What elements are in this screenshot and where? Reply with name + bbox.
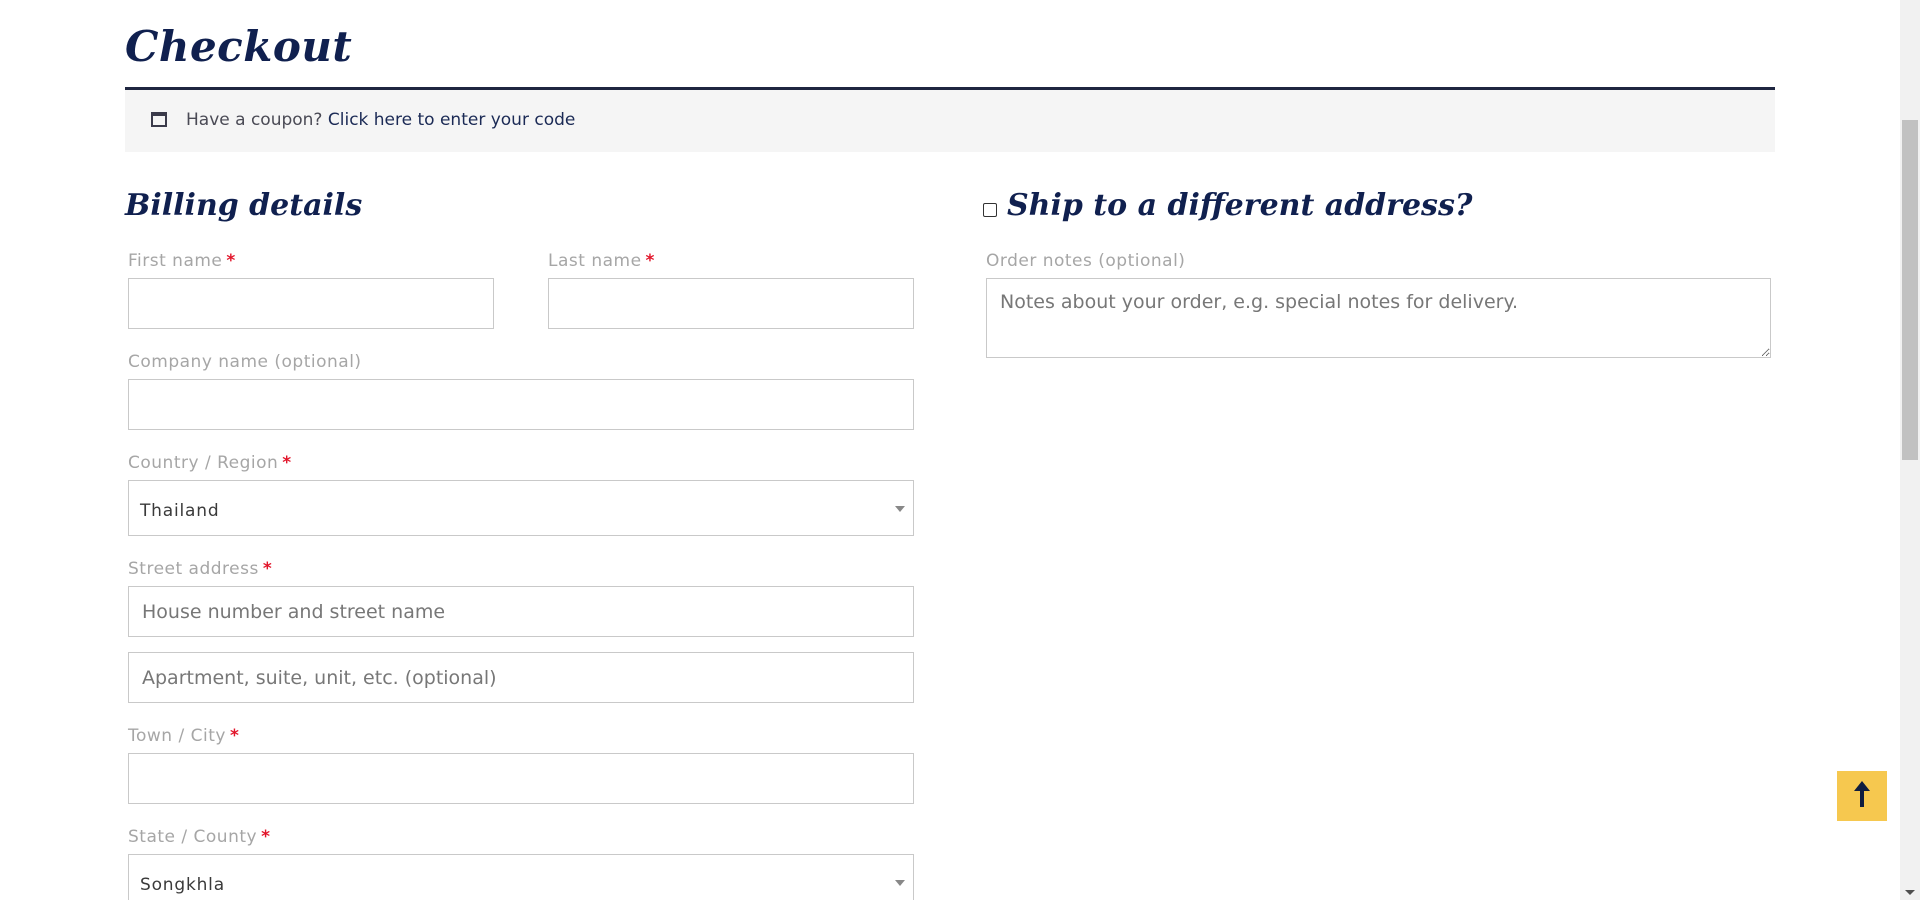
required-marker: * xyxy=(262,559,273,579)
country-label: Country / Region * xyxy=(128,453,292,473)
state-select[interactable]: Songkhla xyxy=(128,854,914,900)
last-name-input[interactable] xyxy=(548,278,914,329)
state-label: State / County * xyxy=(128,827,270,847)
page-title: Checkout xyxy=(125,22,353,71)
street-address-label: Street address * xyxy=(128,559,272,579)
company-name-input[interactable] xyxy=(128,379,914,430)
street-address-label-text: Street address xyxy=(128,559,259,579)
country-label-text: Country / Region xyxy=(128,453,279,473)
vertical-scrollbar[interactable] xyxy=(1900,0,1920,900)
ship-different-address-checkbox[interactable] xyxy=(983,203,997,217)
street-address-line1-input[interactable] xyxy=(128,586,914,637)
company-name-label-text: Company name (optional) xyxy=(128,352,362,372)
first-name-label-text: First name xyxy=(128,251,223,271)
required-marker: * xyxy=(229,726,240,746)
state-label-text: State / County xyxy=(128,827,258,847)
last-name-label-text: Last name xyxy=(548,251,642,271)
first-name-input[interactable] xyxy=(128,278,494,329)
coupon-prefix: Have a coupon? xyxy=(186,110,323,130)
company-name-label: Company name (optional) xyxy=(128,352,362,372)
scroll-down-arrow-icon[interactable] xyxy=(1905,890,1915,895)
arrow-up-icon-shaft xyxy=(1860,788,1864,807)
order-notes-textarea[interactable] xyxy=(986,278,1771,358)
back-to-top-button[interactable] xyxy=(1837,771,1887,821)
caret-down-icon xyxy=(895,880,905,886)
street-address-line2-input[interactable] xyxy=(128,652,914,703)
last-name-label: Last name * xyxy=(548,251,655,271)
required-marker: * xyxy=(282,453,292,473)
city-input[interactable] xyxy=(128,753,914,804)
required-marker: * xyxy=(226,251,236,271)
coupon-notice: Have a coupon? Click here to enter your … xyxy=(125,90,1775,152)
scrollbar-thumb[interactable] xyxy=(1902,120,1918,460)
coupon-text: Have a coupon? Click here to enter your … xyxy=(186,110,575,130)
city-label: Town / City * xyxy=(128,726,239,746)
required-marker: * xyxy=(645,251,655,271)
caret-down-icon xyxy=(895,506,905,512)
state-selected-value: Songkhla xyxy=(140,875,225,895)
checkout-page: Checkout Have a coupon? Click here to en… xyxy=(0,0,1920,900)
order-notes-label-text: Order notes (optional) xyxy=(986,251,1186,271)
coupon-link[interactable]: Click here to enter your code xyxy=(328,110,575,130)
billing-details-heading: Billing details xyxy=(125,188,363,223)
first-name-label: First name * xyxy=(128,251,236,271)
country-selected-value: Thailand xyxy=(140,501,220,521)
ship-different-address-heading[interactable]: Ship to a different address? xyxy=(1007,188,1472,223)
required-marker: * xyxy=(261,827,271,847)
city-label-text: Town / City xyxy=(128,726,226,746)
country-select[interactable]: Thailand xyxy=(128,480,914,536)
order-notes-label: Order notes (optional) xyxy=(986,251,1185,271)
coupon-icon xyxy=(151,112,167,127)
